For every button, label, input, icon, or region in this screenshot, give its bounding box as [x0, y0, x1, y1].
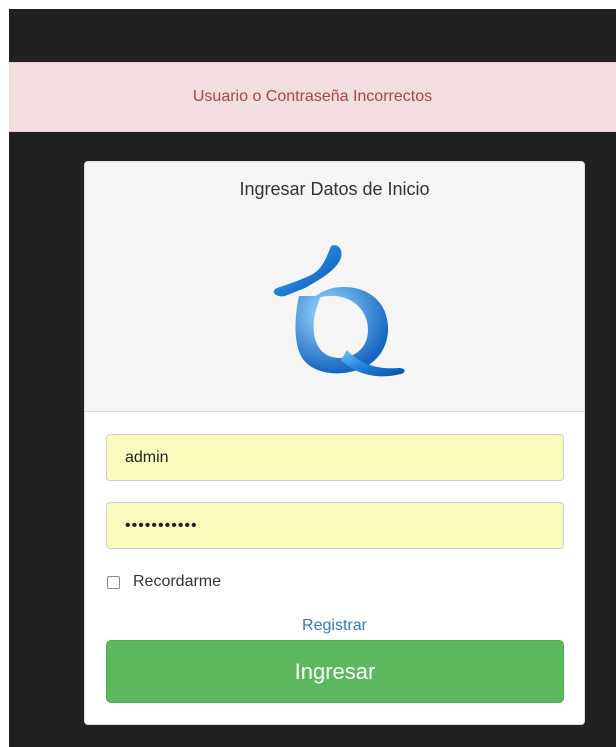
- login-panel-title: Ingresar Datos de Inicio: [239, 179, 430, 199]
- error-alert: Usuario o Contraseña Incorrectos: [9, 62, 616, 132]
- remember-me[interactable]: Recordarme: [107, 573, 221, 591]
- error-alert-message: Usuario o Contraseña Incorrectos: [192, 88, 433, 105]
- register-link[interactable]: Registrar: [85, 617, 584, 635]
- remember-me-label: Recordarme: [133, 573, 222, 590]
- login-panel-heading: Ingresar Datos de Inicio: [85, 162, 584, 412]
- username-input[interactable]: [106, 434, 564, 481]
- login-panel: Ingresar Datos de Inicio Recordarme: [84, 161, 585, 725]
- remember-me-checkbox[interactable]: [107, 575, 120, 589]
- q-logo-icon: [273, 245, 405, 377]
- password-input[interactable]: [106, 502, 564, 549]
- login-submit-button[interactable]: Ingresar: [106, 640, 564, 703]
